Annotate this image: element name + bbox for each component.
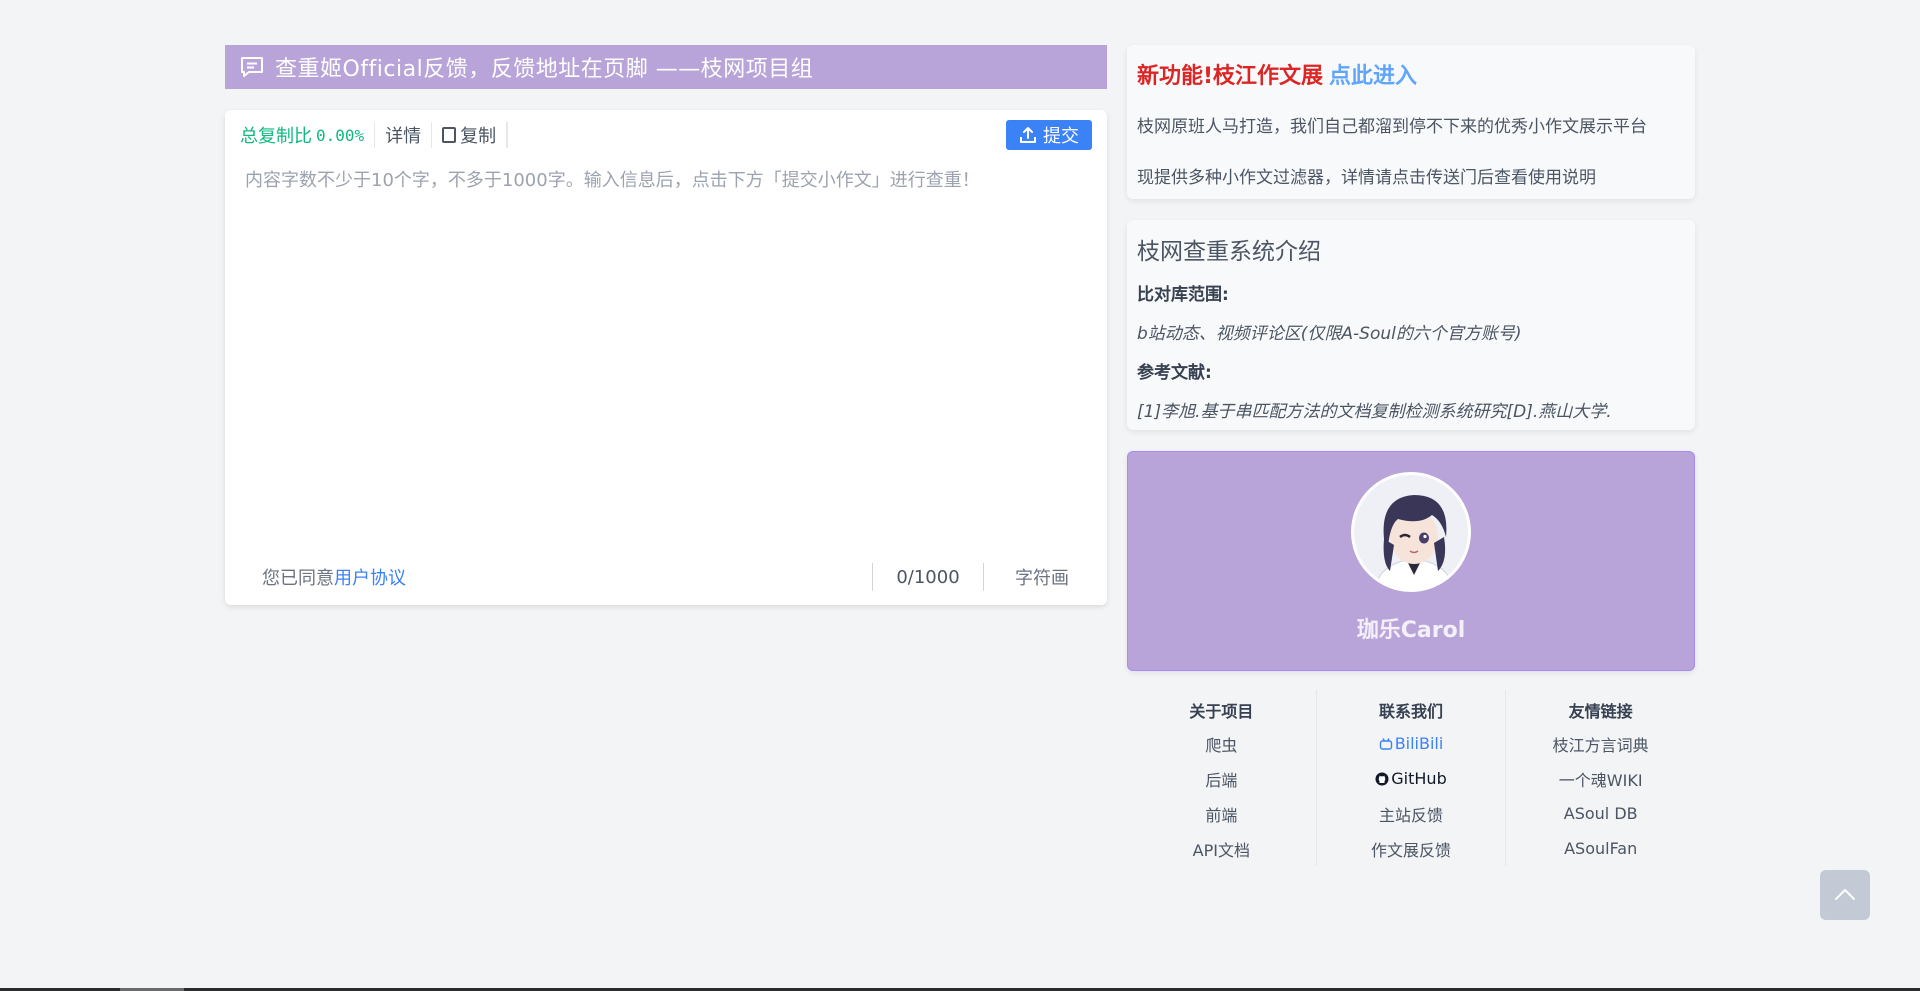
toolbar-divider	[507, 122, 509, 148]
footer-link-wiki[interactable]: 一个魂WIKI	[1559, 761, 1643, 796]
profile-name: 珈乐Carol	[1356, 618, 1466, 643]
editor-card: 总复制比 0.00% 详情 复制 提交 您已同意用户协议 0/1000 字符画	[225, 110, 1107, 605]
avatar	[1351, 472, 1471, 592]
reference-label: 参考文献:	[1137, 363, 1212, 383]
new-feature-title: 新功能!枝江作文展 点此进入	[1137, 58, 1685, 90]
footer-link-main-feedback[interactable]: 主站反馈	[1379, 796, 1443, 831]
details-label: 详情	[385, 126, 422, 147]
footer-link-essay-feedback[interactable]: 作文展反馈	[1371, 831, 1451, 866]
enter-link[interactable]: 点此进入	[1329, 64, 1417, 89]
feedback-banner[interactable]: 查重姬Official反馈，反馈地址在页脚 ——枝网项目组	[225, 45, 1107, 89]
copy-ratio: 总复制比 0.00%	[240, 122, 376, 148]
github-icon	[1375, 772, 1389, 786]
reference-text: [1]李旭.基于串匹配方法的文档复制检测系统研究[D].燕山大学.	[1137, 402, 1612, 422]
agree-prefix: 您已同意	[262, 568, 334, 589]
github-label: GitHub	[1391, 769, 1447, 788]
submit-button[interactable]: 提交	[1006, 120, 1092, 150]
footer-link-backend[interactable]: 后端	[1205, 761, 1237, 796]
banner-text: 查重姬Official反馈，反馈地址在页脚 ——枝网项目组	[275, 57, 814, 82]
bilibili-label: BiliBili	[1394, 734, 1444, 753]
agreement-text: 您已同意用户协议	[262, 564, 406, 590]
copy-button[interactable]: 复制	[432, 122, 508, 148]
char-pic-button[interactable]: 字符画	[1015, 564, 1069, 590]
copy-ratio-value: 0.00%	[316, 125, 365, 145]
scope-label: 比对库范围:	[1137, 285, 1229, 305]
intro-title: 枝网查重系统介绍	[1137, 239, 1321, 265]
user-agreement-link[interactable]: 用户协议	[334, 568, 406, 589]
copy-ratio-label: 总复制比	[240, 126, 312, 147]
footer-col-friends: 友情链接 枝江方言词典 一个魂WIKI ASoul DB ASoulFan	[1506, 690, 1695, 866]
bilibili-icon	[1379, 737, 1393, 751]
footer-link-dialect-dict[interactable]: 枝江方言词典	[1553, 726, 1649, 761]
footer-col-about: 关于项目 爬虫 后端 前端 API文档	[1127, 690, 1317, 866]
new-feature-desc-1: 枝网原班人马打造，我们自己都溜到停不下来的优秀小作文展示平台	[1137, 117, 1647, 137]
footer-links: 关于项目 爬虫 后端 前端 API文档 联系我们 BiliBili GitHub…	[1127, 690, 1695, 866]
char-counter: 0/1000	[872, 563, 984, 591]
footer-link-asoulfan[interactable]: ASoulFan	[1564, 831, 1637, 866]
footer-col-contact: 联系我们 BiliBili GitHub 主站反馈 作文展反馈	[1317, 690, 1507, 866]
details-button[interactable]: 详情	[375, 122, 433, 148]
editor-toolbar: 总复制比 0.00% 详情 复制 提交	[240, 120, 1092, 150]
new-feature-card: 新功能!枝江作文展 点此进入 枝网原班人马打造，我们自己都溜到停不下来的优秀小作文…	[1127, 45, 1695, 199]
comment-icon	[239, 55, 265, 79]
submit-label: 提交	[1043, 126, 1079, 147]
footer-link-github[interactable]: GitHub	[1375, 761, 1447, 796]
footer-link-bilibili[interactable]: BiliBili	[1379, 726, 1444, 761]
footer-col-title: 联系我们	[1379, 702, 1444, 721]
scope-text: b站动态、视频评论区(仅限A-Soul的六个官方账号)	[1137, 324, 1522, 344]
upload-icon	[1019, 126, 1037, 144]
footer-col-title: 关于项目	[1189, 702, 1254, 721]
copy-label: 复制	[460, 126, 497, 147]
footer-link-asoul-db[interactable]: ASoul DB	[1564, 796, 1638, 831]
new-feature-heading: 新功能!枝江作文展	[1137, 64, 1324, 89]
new-feature-desc-2: 现提供多种小作文过滤器，详情请点击传送门后查看使用说明	[1137, 168, 1596, 188]
editor-footer: 您已同意用户协议 0/1000 字符画	[225, 560, 1107, 594]
back-to-top-button[interactable]	[1820, 870, 1870, 920]
intro-card: 枝网查重系统介绍 比对库范围: b站动态、视频评论区(仅限A-Soul的六个官方…	[1127, 220, 1695, 430]
footer-link-frontend[interactable]: 前端	[1205, 796, 1237, 831]
copy-icon	[442, 127, 457, 143]
profile-card[interactable]: 珈乐Carol	[1127, 451, 1695, 671]
essay-input[interactable]	[245, 166, 1087, 546]
chevron-up-icon	[1834, 886, 1856, 905]
footer-link-crawler[interactable]: 爬虫	[1205, 726, 1237, 761]
footer-link-api-docs[interactable]: API文档	[1193, 831, 1250, 866]
footer-col-title: 友情链接	[1568, 702, 1633, 721]
